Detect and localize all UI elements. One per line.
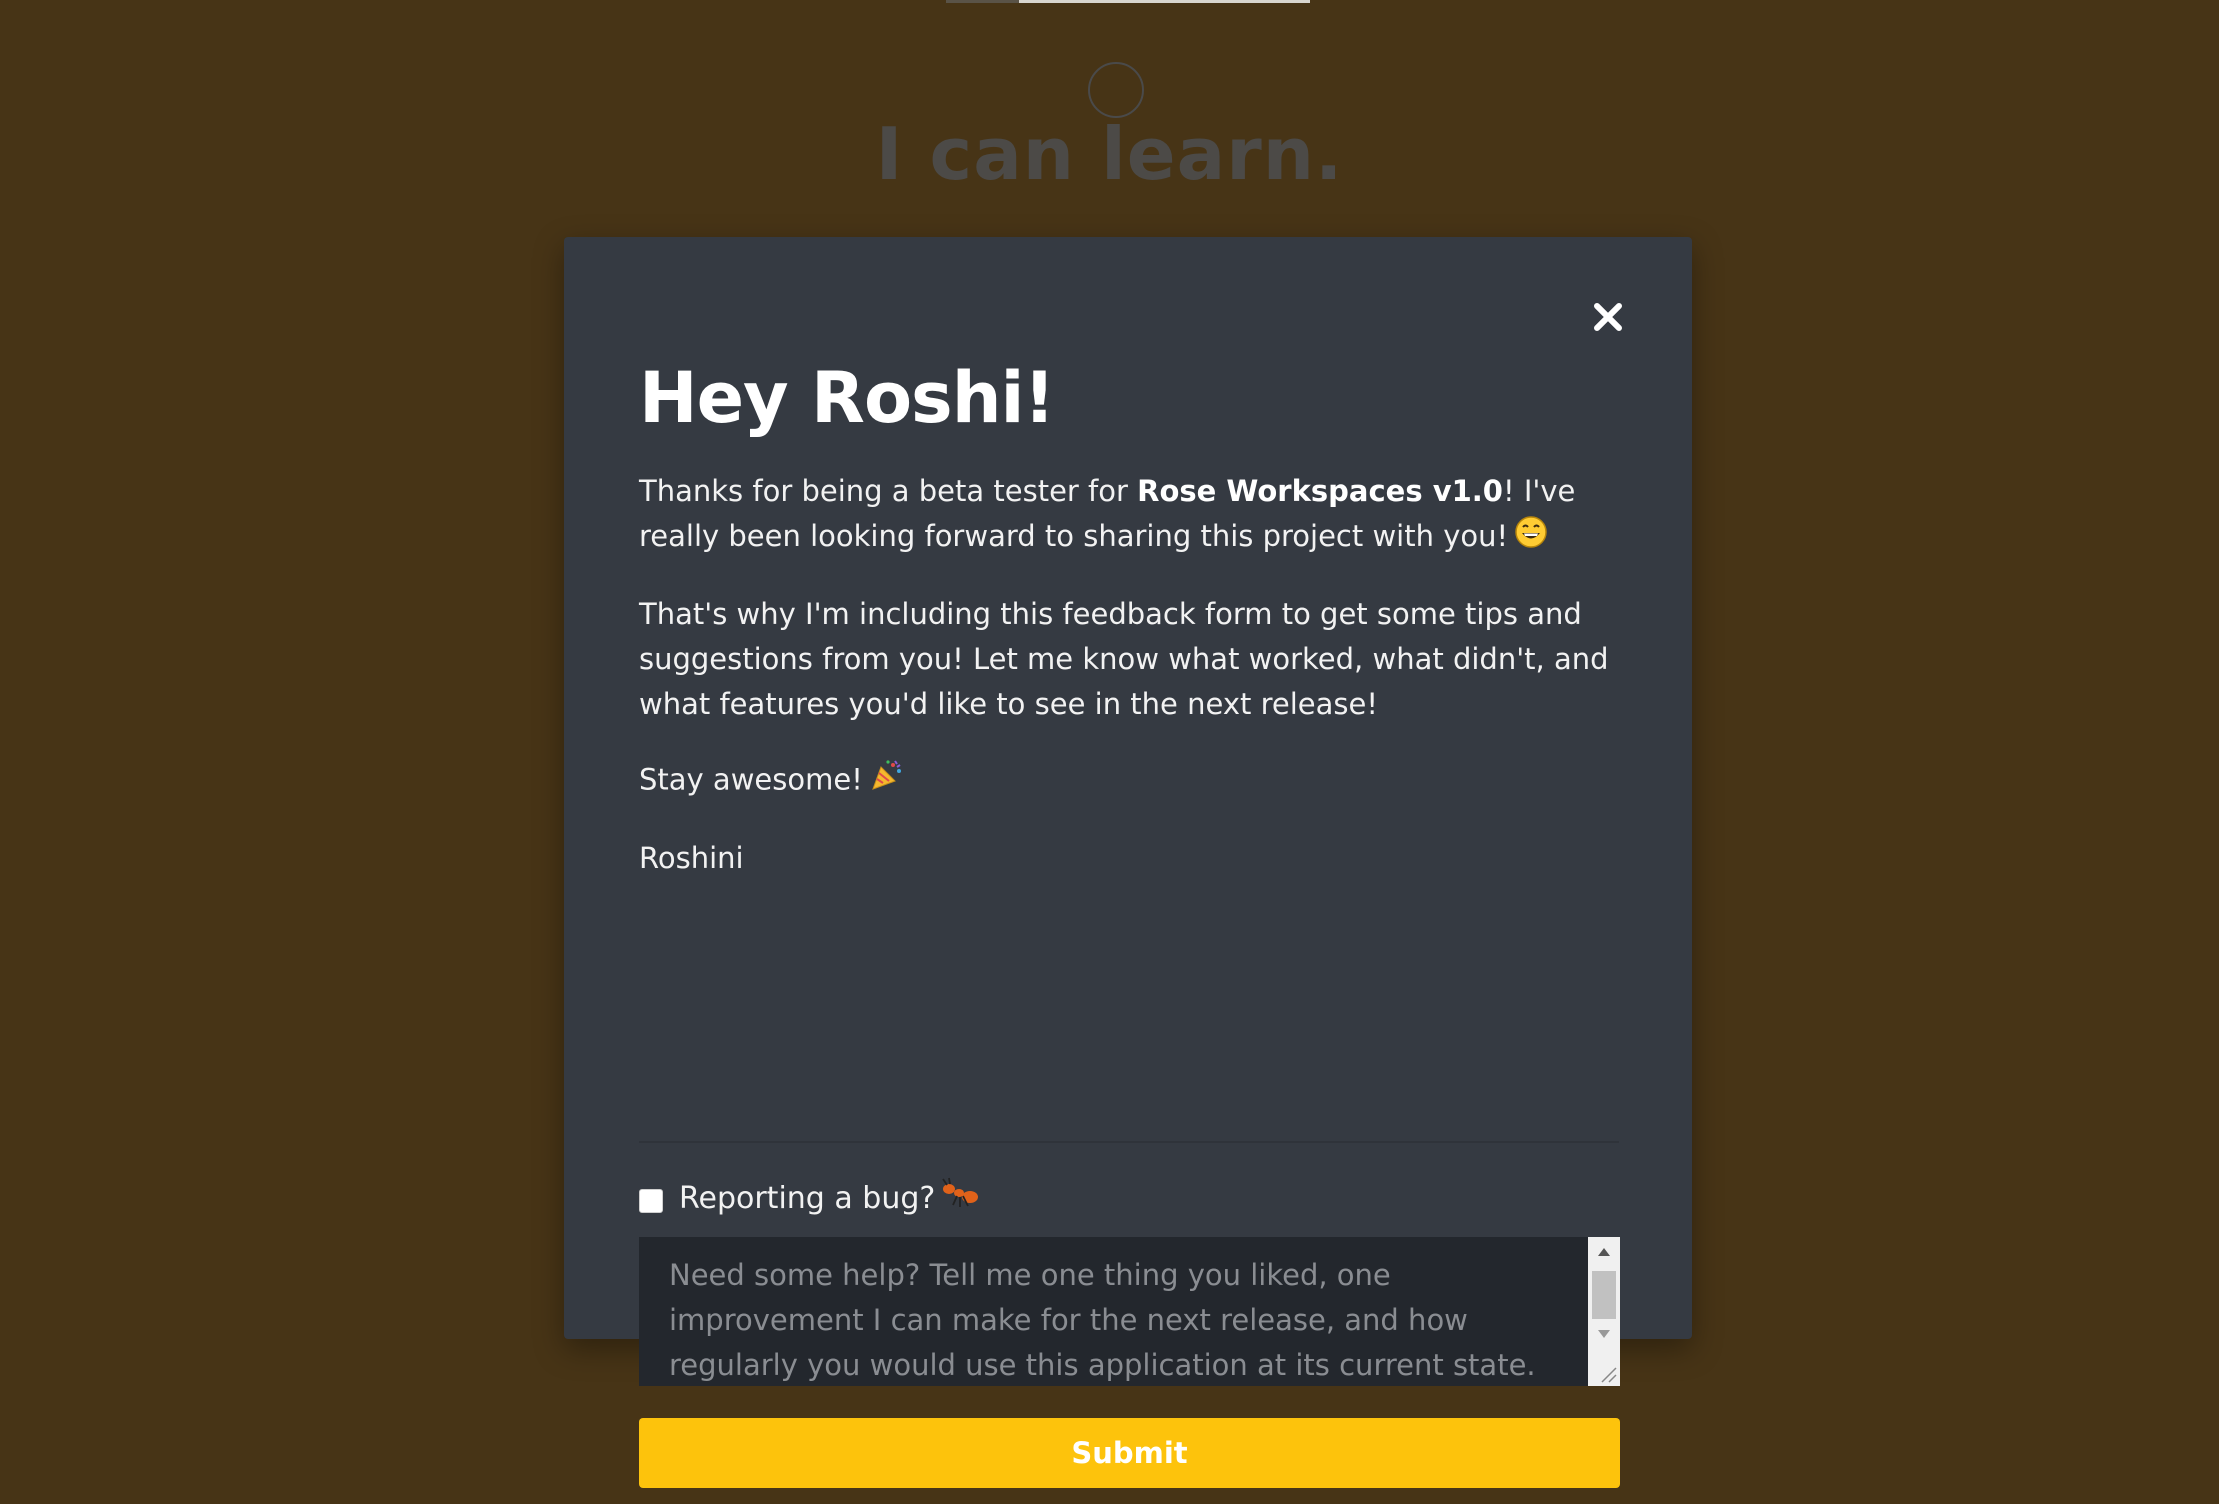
logo-circle-icon [1088, 62, 1144, 118]
intro-text-start: Thanks for being a beta tester for [639, 474, 1138, 508]
closing-text: Stay awesome! [639, 762, 863, 796]
top-tab-indicator [946, 0, 1310, 3]
close-button[interactable] [1584, 293, 1632, 341]
top-tab-left [946, 0, 1019, 3]
ant-emoji-icon [941, 1177, 979, 1219]
closing-paragraph: Stay awesome! [639, 757, 1629, 806]
grinning-face-emoji-icon [1514, 515, 1548, 562]
resize-grip-icon[interactable] [1588, 1356, 1620, 1386]
scroll-up-arrow-icon[interactable] [1588, 1237, 1620, 1267]
feedback-request-paragraph: That's why I'm including this feedback f… [639, 596, 1609, 721]
feedback-textarea[interactable]: Need some help? Tell me one thing you li… [639, 1237, 1620, 1386]
top-tab-right [1019, 0, 1310, 3]
close-icon [1594, 303, 1622, 331]
signature: Roshini [639, 840, 744, 875]
textarea-scrollbar[interactable] [1588, 1237, 1620, 1386]
modal-heading: Hey Roshi! [639, 357, 1055, 439]
submit-button[interactable]: Submit [639, 1418, 1620, 1488]
intro-paragraph: Thanks for being a beta tester for Rose … [639, 469, 1629, 562]
product-name: Rose Workspaces v1.0 [1137, 474, 1503, 508]
page-title: I can learn. [875, 112, 1344, 196]
bug-report-label: Reporting a bug? [679, 1180, 936, 1216]
modal-message: Thanks for being a beta tester for Rose … [639, 469, 1629, 911]
party-popper-emoji-icon [869, 757, 905, 806]
divider [639, 1141, 1619, 1143]
scrollbar-thumb[interactable] [1592, 1271, 1616, 1319]
feedback-modal: Hey Roshi! Thanks for being a beta teste… [564, 237, 1692, 1488]
bug-report-checkbox[interactable] [639, 1189, 663, 1213]
bug-report-row: Reporting a bug? [639, 1177, 979, 1219]
feedback-placeholder: Need some help? Tell me one thing you li… [669, 1258, 1536, 1382]
scroll-down-arrow-icon[interactable] [1588, 1319, 1620, 1349]
